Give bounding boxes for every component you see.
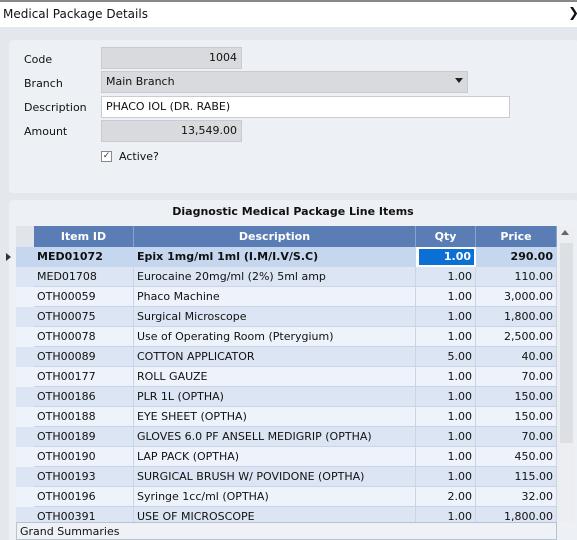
table-row[interactable]: OTH00177 ROLL GAUZE 1.00 70.00 — [16, 367, 557, 387]
cell-price[interactable]: 70.00 — [476, 367, 557, 387]
cell-price[interactable]: 2,500.00 — [476, 327, 557, 347]
grid-title: Diagnostic Medical Package Line Items — [172, 205, 414, 218]
cell-price[interactable]: 150.00 — [476, 387, 557, 407]
cell-price[interactable]: 1,800.00 — [476, 307, 557, 327]
cell-price[interactable]: 32.00 — [476, 487, 557, 507]
column-header-qty[interactable]: Qty — [416, 226, 476, 247]
cell-description[interactable]: COTTON APPLICATOR — [134, 347, 416, 367]
cell-price[interactable]: 70.00 — [476, 427, 557, 447]
cell-description[interactable]: Epix 1mg/ml 1ml (I.M/I.V/S.C) — [134, 247, 416, 267]
cell-price[interactable]: 110.00 — [476, 267, 557, 287]
description-label: Description — [24, 101, 87, 114]
cell-description[interactable]: Phaco Machine — [134, 287, 416, 307]
amount-label: Amount — [24, 125, 68, 138]
cell-qty[interactable]: 1.00 — [416, 447, 476, 467]
cell-qty[interactable]: 1.00 — [416, 327, 476, 347]
row-pointer-icon — [6, 253, 11, 261]
cell-description[interactable]: SURGICAL BRUSH W/ POVIDONE (OPTHA) — [134, 467, 416, 487]
cell-price[interactable]: 150.00 — [476, 407, 557, 427]
branch-value: Main Branch — [106, 75, 175, 88]
table-row[interactable]: OTH00059 Phaco Machine 1.00 3,000.00 — [16, 287, 557, 307]
column-header-item-id[interactable]: Item ID — [34, 226, 134, 247]
chevron-down-icon[interactable] — [455, 78, 463, 83]
cell-description[interactable]: Use of Operating Room (Pterygium) — [134, 327, 416, 347]
table-row[interactable]: OTH00075 Surgical Microscope 1.00 1,800.00 — [16, 307, 557, 327]
branch-select[interactable]: Main Branch — [101, 71, 468, 93]
cell-item-id[interactable]: OTH00089 — [34, 347, 134, 367]
column-header-description[interactable]: Description — [134, 226, 416, 247]
description-field[interactable]: PHACO IOL (DR. RABE) — [101, 96, 510, 118]
scrollbar-thumb[interactable] — [560, 243, 573, 443]
scroll-up-icon[interactable] — [561, 230, 569, 235]
cell-qty[interactable]: 1.00 — [416, 467, 476, 487]
cell-qty[interactable]: 1.00 — [416, 387, 476, 407]
cell-qty[interactable]: 1.00 — [416, 267, 476, 287]
cell-description[interactable]: PLR 1L (OPTHA) — [134, 387, 416, 407]
table-row[interactable]: OTH00188 EYE SHEET (OPTHA) 1.00 150.00 — [16, 407, 557, 427]
cell-qty[interactable]: 5.00 — [416, 347, 476, 367]
grand-summaries: Grand Summaries — [16, 522, 557, 540]
cell-item-id[interactable]: MED01708 — [34, 267, 134, 287]
cell-price[interactable]: 290.00 — [476, 247, 557, 267]
table-row[interactable]: OTH00089 COTTON APPLICATOR 5.00 40.00 — [16, 347, 557, 367]
table-row[interactable]: OTH00196 Syringe 1cc/ml (OPTHA) 2.00 32.00 — [16, 487, 557, 507]
cell-description[interactable]: LAP PACK (OPTHA) — [134, 447, 416, 467]
cell-item-id[interactable]: OTH00188 — [34, 407, 134, 427]
cell-qty[interactable]: 1.00 — [416, 247, 476, 267]
cell-price[interactable]: 450.00 — [476, 447, 557, 467]
title-bar: Medical Package Details ❯ — [0, 0, 577, 27]
table-row[interactable]: OTH00190 LAP PACK (OPTHA) 1.00 450.00 — [16, 447, 557, 467]
table-row[interactable]: OTH00186 PLR 1L (OPTHA) 1.00 150.00 — [16, 387, 557, 407]
cell-price[interactable]: 40.00 — [476, 347, 557, 367]
cell-item-id[interactable]: OTH00193 — [34, 467, 134, 487]
cell-item-id[interactable]: OTH00177 — [34, 367, 134, 387]
cell-description[interactable]: EYE SHEET (OPTHA) — [134, 407, 416, 427]
cell-description[interactable]: Surgical Microscope — [134, 307, 416, 327]
close-icon[interactable]: ❯ — [568, 6, 577, 21]
active-label: Active? — [119, 150, 159, 163]
table-row[interactable]: OTH00189 GLOVES 6.0 PF ANSELL MEDIGRIP (O… — [16, 427, 557, 447]
cell-item-id[interactable]: MED01072 — [34, 247, 134, 267]
code-label: Code — [24, 53, 53, 66]
cell-qty[interactable]: 2.00 — [416, 487, 476, 507]
active-checkbox[interactable]: ✓ — [101, 151, 112, 162]
cell-qty[interactable]: 1.00 — [416, 287, 476, 307]
cell-qty[interactable]: 1.00 — [416, 427, 476, 447]
cell-qty[interactable]: 1.00 — [416, 307, 476, 327]
cell-qty[interactable]: 1.00 — [416, 407, 476, 427]
table-row[interactable]: MED01708 Eurocaine 20mg/ml (2%) 5ml amp 1.… — [16, 267, 557, 287]
cell-description[interactable]: ROLL GAUZE — [134, 367, 416, 387]
cell-qty[interactable]: 1.00 — [416, 367, 476, 387]
cell-description[interactable]: Syringe 1cc/ml (OPTHA) — [134, 487, 416, 507]
table-row[interactable]: MED01072 Epix 1mg/ml 1ml (I.M/I.V/S.C) 1.0… — [6, 247, 557, 267]
column-header-price[interactable]: Price — [476, 226, 557, 247]
cell-description[interactable]: Eurocaine 20mg/ml (2%) 5ml amp — [134, 267, 416, 287]
cell-price[interactable]: 115.00 — [476, 467, 557, 487]
window-title: Medical Package Details — [3, 7, 148, 21]
cell-description[interactable]: GLOVES 6.0 PF ANSELL MEDIGRIP (OPTHA) — [134, 427, 416, 447]
cell-item-id[interactable]: OTH00190 — [34, 447, 134, 467]
cell-item-id[interactable]: OTH00078 — [34, 327, 134, 347]
table-row[interactable]: OTH00193 SURGICAL BRUSH W/ POVIDONE (OPTH… — [16, 467, 557, 487]
cell-item-id[interactable]: OTH00186 — [34, 387, 134, 407]
cell-item-id[interactable]: OTH00075 — [34, 307, 134, 327]
cell-item-id[interactable]: OTH00189 — [34, 427, 134, 447]
table-row[interactable]: OTH00078 Use of Operating Room (Pterygium… — [16, 327, 557, 347]
cell-price[interactable]: 3,000.00 — [476, 287, 557, 307]
amount-field[interactable]: 13,549.00 — [101, 120, 242, 142]
cell-item-id[interactable]: OTH00196 — [34, 487, 134, 507]
branch-label: Branch — [24, 77, 63, 90]
cell-item-id[interactable]: OTH00059 — [34, 287, 134, 307]
code-field[interactable]: 1004 — [101, 47, 242, 69]
